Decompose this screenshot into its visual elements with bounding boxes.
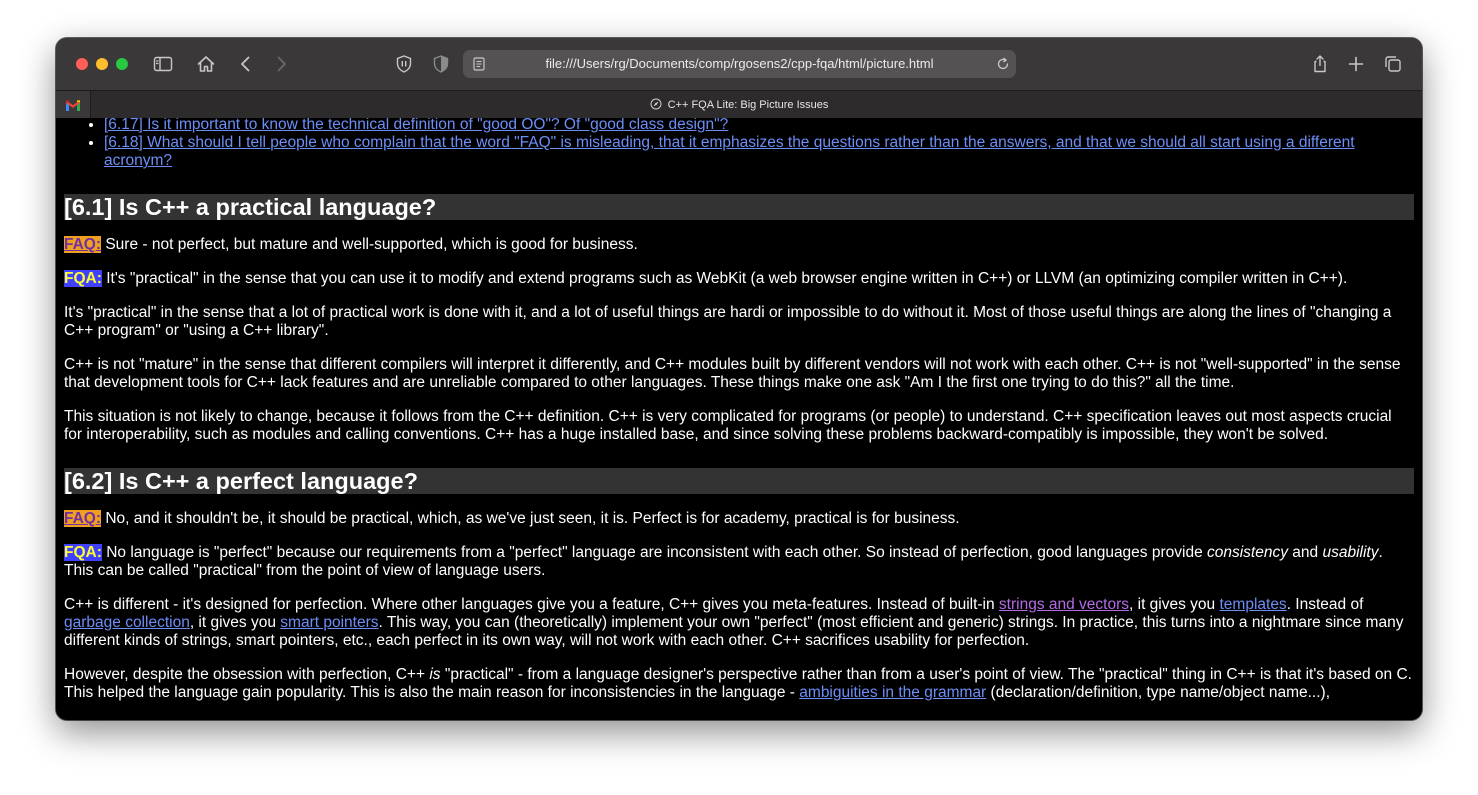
toc-item: [6.18] What should I tell people who com…	[104, 134, 1414, 170]
tab-bar: C++ FQA Lite: Big Picture Issues	[56, 90, 1422, 118]
url-text[interactable]: file:///Users/rg/Documents/comp/rgosens2…	[463, 56, 1016, 71]
body-text: , it gives you	[189, 614, 281, 631]
link-garbage-collection[interactable]: garbage collection	[64, 614, 190, 631]
emphasis-text: consistency	[1207, 544, 1288, 561]
emphasis-text: is	[429, 666, 441, 683]
fqa-text: It's "practical" in the sense that you c…	[106, 270, 1348, 287]
tab-overview-icon[interactable]	[1383, 54, 1403, 74]
link-templates[interactable]: templates	[1219, 596, 1286, 613]
emphasis-text: usability	[1322, 544, 1379, 561]
fqa-text: and	[1287, 544, 1323, 561]
forward-icon[interactable]	[271, 54, 291, 74]
active-tab[interactable]: C++ FQA Lite: Big Picture Issues	[56, 98, 1422, 111]
page-content: [6.17] Is it important to know the techn…	[56, 118, 1422, 720]
fqa-label: FQA:	[64, 270, 102, 287]
body-text: However, despite the obsession with perf…	[64, 666, 430, 683]
fqa-label: FQA:	[64, 544, 102, 561]
fqa-paragraph: FQA: No language is "perfect" because ou…	[64, 544, 1414, 580]
toc-link-6-18[interactable]: [6.18] What should I tell people who com…	[104, 134, 1355, 169]
faq-label-link[interactable]: FAQ:	[64, 510, 102, 527]
sidebar-toggle-icon[interactable]	[153, 54, 173, 74]
home-icon[interactable]	[196, 54, 216, 74]
body-paragraph: C++ is different - it's designed for per…	[64, 596, 1414, 650]
extension-shield-icon[interactable]	[431, 54, 451, 74]
section-heading-6-1: [6.1] Is C++ a practical language?	[64, 194, 1414, 220]
faq-paragraph: FAQ: Sure - not perfect, but mature and …	[64, 236, 1414, 254]
toc-item: [6.17] Is it important to know the techn…	[104, 118, 1414, 134]
fqa-paragraph: FQA: It's "practical" in the sense that …	[64, 270, 1414, 288]
tab-title-text: C++ FQA Lite: Big Picture Issues	[667, 99, 829, 111]
faq-text: No, and it shouldn't be, it should be pr…	[105, 510, 960, 527]
body-text: (declaration/definition, type name/objec…	[986, 684, 1331, 701]
link-ambiguities-in-the-grammar[interactable]: ambiguities in the grammar	[799, 684, 986, 701]
zoom-window-button[interactable]	[116, 58, 128, 70]
body-text: . Instead of	[1286, 596, 1364, 613]
faq-text: Sure - not perfect, but mature and well-…	[105, 236, 638, 253]
new-tab-icon[interactable]	[1346, 54, 1366, 74]
back-icon[interactable]	[236, 54, 256, 74]
reload-icon[interactable]	[995, 56, 1011, 72]
compass-icon	[650, 98, 662, 110]
body-paragraph: It's "practical" in the sense that a lot…	[64, 304, 1392, 339]
section-heading-6-2: [6.2] Is C++ a perfect language?	[64, 468, 1414, 494]
link-strings-and-vectors[interactable]: strings and vectors	[999, 596, 1129, 613]
body-paragraph: This situation is not likely to change, …	[64, 408, 1392, 443]
toc-link-6-17[interactable]: [6.17] Is it important to know the techn…	[104, 118, 728, 133]
minimize-window-button[interactable]	[96, 58, 108, 70]
privacy-shield-icon[interactable]	[394, 54, 414, 74]
faq-label-link[interactable]: FAQ:	[64, 236, 102, 253]
fqa-text: No language is "perfect" because our req…	[106, 544, 1207, 561]
faq-paragraph: FAQ: No, and it shouldn't be, it should …	[64, 510, 1414, 528]
share-icon[interactable]	[1310, 54, 1330, 74]
toc-list: [6.17] Is it important to know the techn…	[64, 118, 1414, 170]
address-bar[interactable]: file:///Users/rg/Documents/comp/rgosens2…	[463, 50, 1016, 78]
body-text: C++ is different - it's designed for per…	[64, 596, 999, 613]
link-smart-pointers[interactable]: smart pointers	[280, 614, 378, 631]
browser-toolbar: file:///Users/rg/Documents/comp/rgosens2…	[56, 38, 1422, 90]
body-text: , it gives you	[1129, 596, 1220, 613]
body-paragraph: C++ is not "mature" in the sense that di…	[64, 356, 1401, 391]
body-paragraph: However, despite the obsession with perf…	[64, 666, 1414, 702]
close-window-button[interactable]	[76, 58, 88, 70]
browser-window: file:///Users/rg/Documents/comp/rgosens2…	[56, 38, 1422, 720]
